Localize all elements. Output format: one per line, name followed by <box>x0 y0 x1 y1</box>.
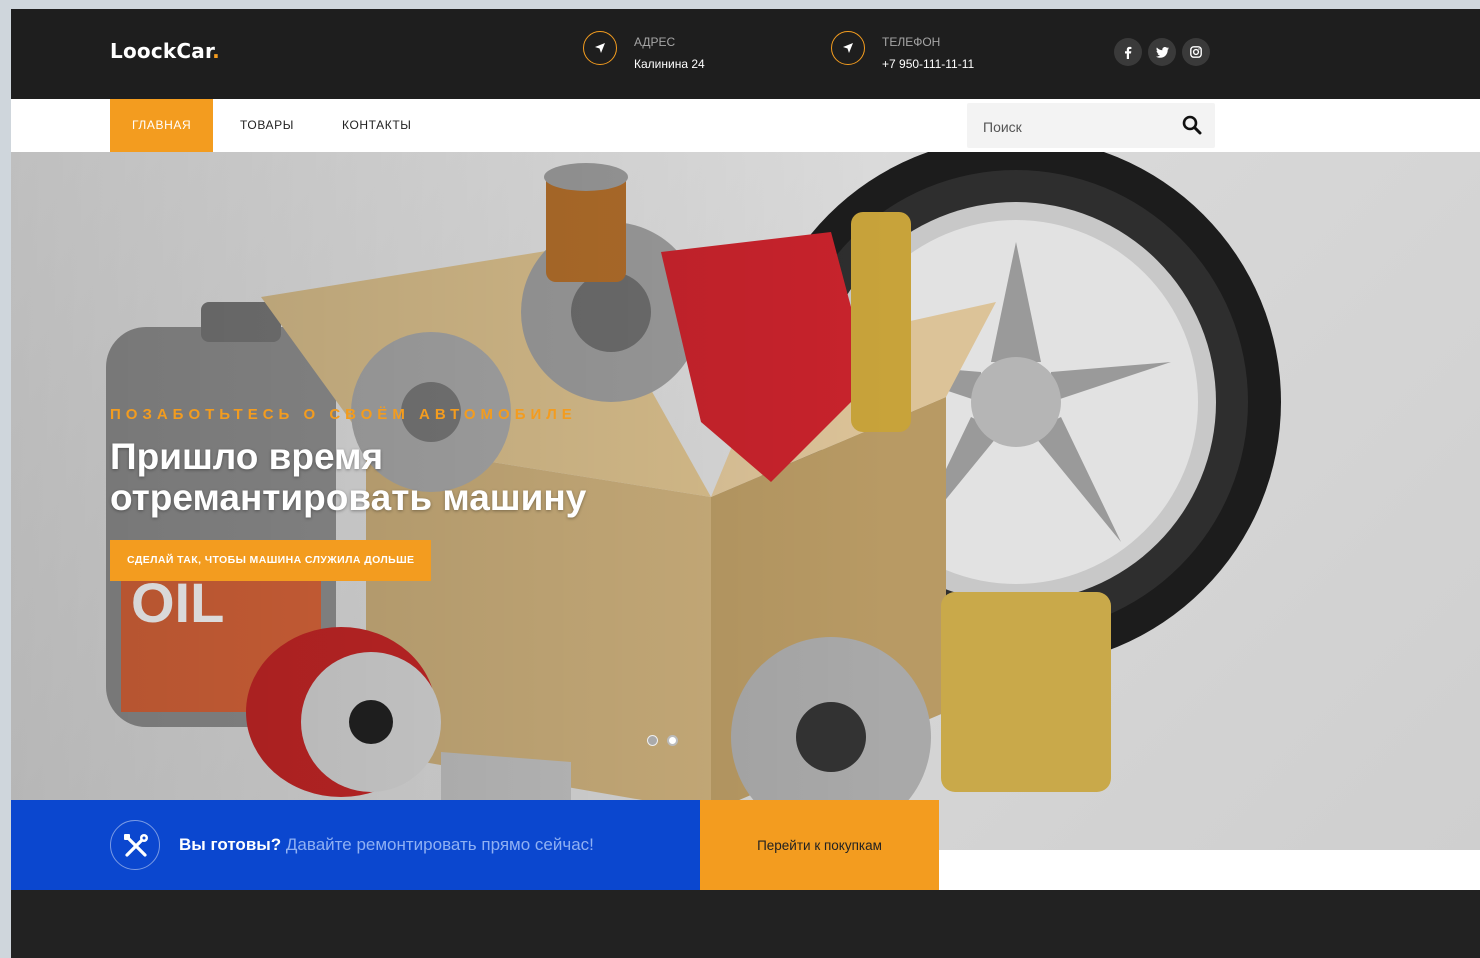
promo-banner: Вы готовы? Давайте ремонтировать прямо с… <box>11 800 700 890</box>
search-box <box>967 103 1215 150</box>
location-arrow-icon <box>583 31 617 65</box>
nav-item-products[interactable]: ТОВАРЫ <box>218 99 316 152</box>
address-value: Калинина 24 <box>634 57 705 71</box>
location-arrow-icon <box>831 31 865 65</box>
nav-item-contacts[interactable]: КОНТАКТЫ <box>320 99 434 152</box>
slide-dot-2[interactable] <box>667 735 678 746</box>
tools-icon <box>110 820 160 870</box>
instagram-icon[interactable] <box>1182 38 1210 66</box>
logo-dot: . <box>212 39 220 63</box>
twitter-icon[interactable] <box>1148 38 1176 66</box>
promo-strong: Вы готовы? <box>179 835 282 854</box>
search-icon[interactable] <box>1182 115 1202 140</box>
logo-text: LoockCar <box>110 39 213 63</box>
address-label: АДРЕС <box>634 35 676 49</box>
nav-item-home[interactable]: ГЛАВНАЯ <box>110 99 214 152</box>
hero-title-line2: отремантировать машину <box>110 477 587 518</box>
hero-cta-button[interactable]: СДЕЛАЙ ТАК, ЧТОБЫ МАШИНА СЛУЖИЛА ДОЛЬШЕ <box>110 540 432 581</box>
hero-title-line1: Пришло время <box>110 436 384 477</box>
top-bar: LoockCar. АДРЕС Калинина 24 ТЕЛЕФОН +7 9… <box>11 9 1480 99</box>
promo-light: Давайте ремонтировать прямо сейчас! <box>281 835 594 854</box>
go-shopping-button[interactable]: Перейти к покупкам <box>700 800 939 890</box>
slide-dot-1[interactable] <box>647 735 658 746</box>
logo[interactable]: LoockCar. <box>110 39 220 63</box>
search-input[interactable] <box>981 103 1175 150</box>
page: LoockCar. АДРЕС Калинина 24 ТЕЛЕФОН +7 9… <box>11 9 1480 958</box>
footer <box>11 890 1480 958</box>
phone-value[interactable]: +7 950-111-11-11 <box>882 57 974 71</box>
phone-label: ТЕЛЕФОН <box>882 35 941 49</box>
hero-kicker: ПОЗАБОТЬТЕСЬ О СВОЁМ АВТОМОБИЛЕ <box>110 406 577 423</box>
promo-text: Вы готовы? Давайте ремонтировать прямо с… <box>179 835 594 855</box>
facebook-icon[interactable] <box>1114 38 1142 66</box>
hero-slider: OIL ПОЗАБОТЬТЕСЬ О СВОЁМ АВТОМОБИЛЕ <box>11 152 1480 850</box>
hero-title: Пришло время отремантировать машину <box>110 436 670 518</box>
main-nav: ГЛАВНАЯ ТОВАРЫ КОНТАКТЫ <box>11 99 1480 152</box>
